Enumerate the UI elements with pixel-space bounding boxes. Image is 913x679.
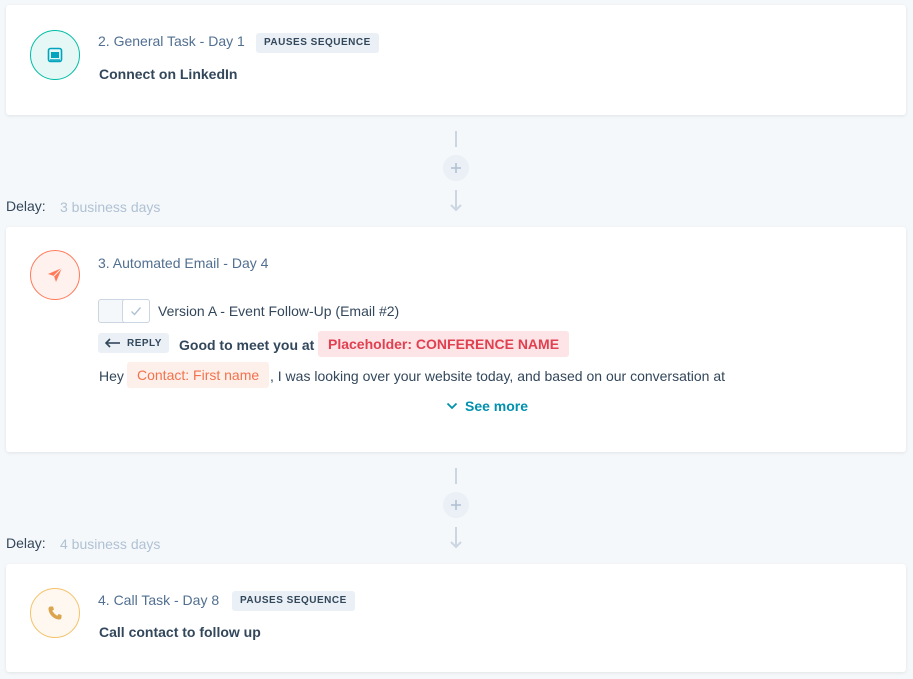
email-body-prefix: Hey [99,368,124,384]
sequence-step-automated-email[interactable]: 3. Automated Email - Day 4 Version A - E… [6,227,906,452]
step-title: 4. Call Task - Day 8 [98,592,220,608]
plus-icon [451,163,461,173]
delay-label: Delay: [6,198,46,214]
email-subject: Good to meet you at [179,337,315,353]
version-toggle[interactable] [98,299,150,323]
add-step-button[interactable] [443,492,469,518]
reply-badge: REPLY [98,333,169,353]
step-title: 2. General Task - Day 1 [98,33,245,49]
general-task-icon [30,30,80,80]
see-more-label: See more [465,398,529,414]
task-description: Connect on LinkedIn [99,66,238,82]
chevron-down-icon [446,402,458,410]
check-icon [131,307,142,316]
email-version-label: Version A - Event Follow-Up (Email #2) [158,303,400,319]
email-body-text: , I was looking over your website today,… [270,368,726,384]
conference-name-token: Placeholder: CONFERENCE NAME [318,331,570,357]
add-step-button[interactable] [443,155,469,181]
pauses-sequence-badge: PAUSES SEQUENCE [232,591,355,611]
sequence-step-call-task[interactable]: 4. Call Task - Day 8 PAUSES SEQUENCE Cal… [6,564,906,672]
delay-value: 4 business days [60,536,161,552]
delay-label: Delay: [6,535,46,551]
first-name-token: Contact: First name [127,362,270,388]
toggle-knob [122,299,150,323]
connector-line [455,131,457,147]
reply-arrow-icon [105,338,120,348]
reply-label: REPLY [127,337,162,349]
plus-icon [451,500,461,510]
task-description: Call contact to follow up [99,624,261,640]
see-more-link[interactable]: See more [446,398,528,414]
connector-line [455,468,457,484]
paper-plane-icon [30,250,80,300]
delay-value: 3 business days [60,199,161,215]
sequence-step-general-task[interactable]: 2. General Task - Day 1 PAUSES SEQUENCE … [6,5,906,115]
arrow-down-icon [450,190,462,212]
arrow-down-icon [450,527,462,549]
step-title: 3. Automated Email - Day 4 [98,255,269,271]
phone-icon [30,588,80,638]
pauses-sequence-badge: PAUSES SEQUENCE [256,33,379,53]
